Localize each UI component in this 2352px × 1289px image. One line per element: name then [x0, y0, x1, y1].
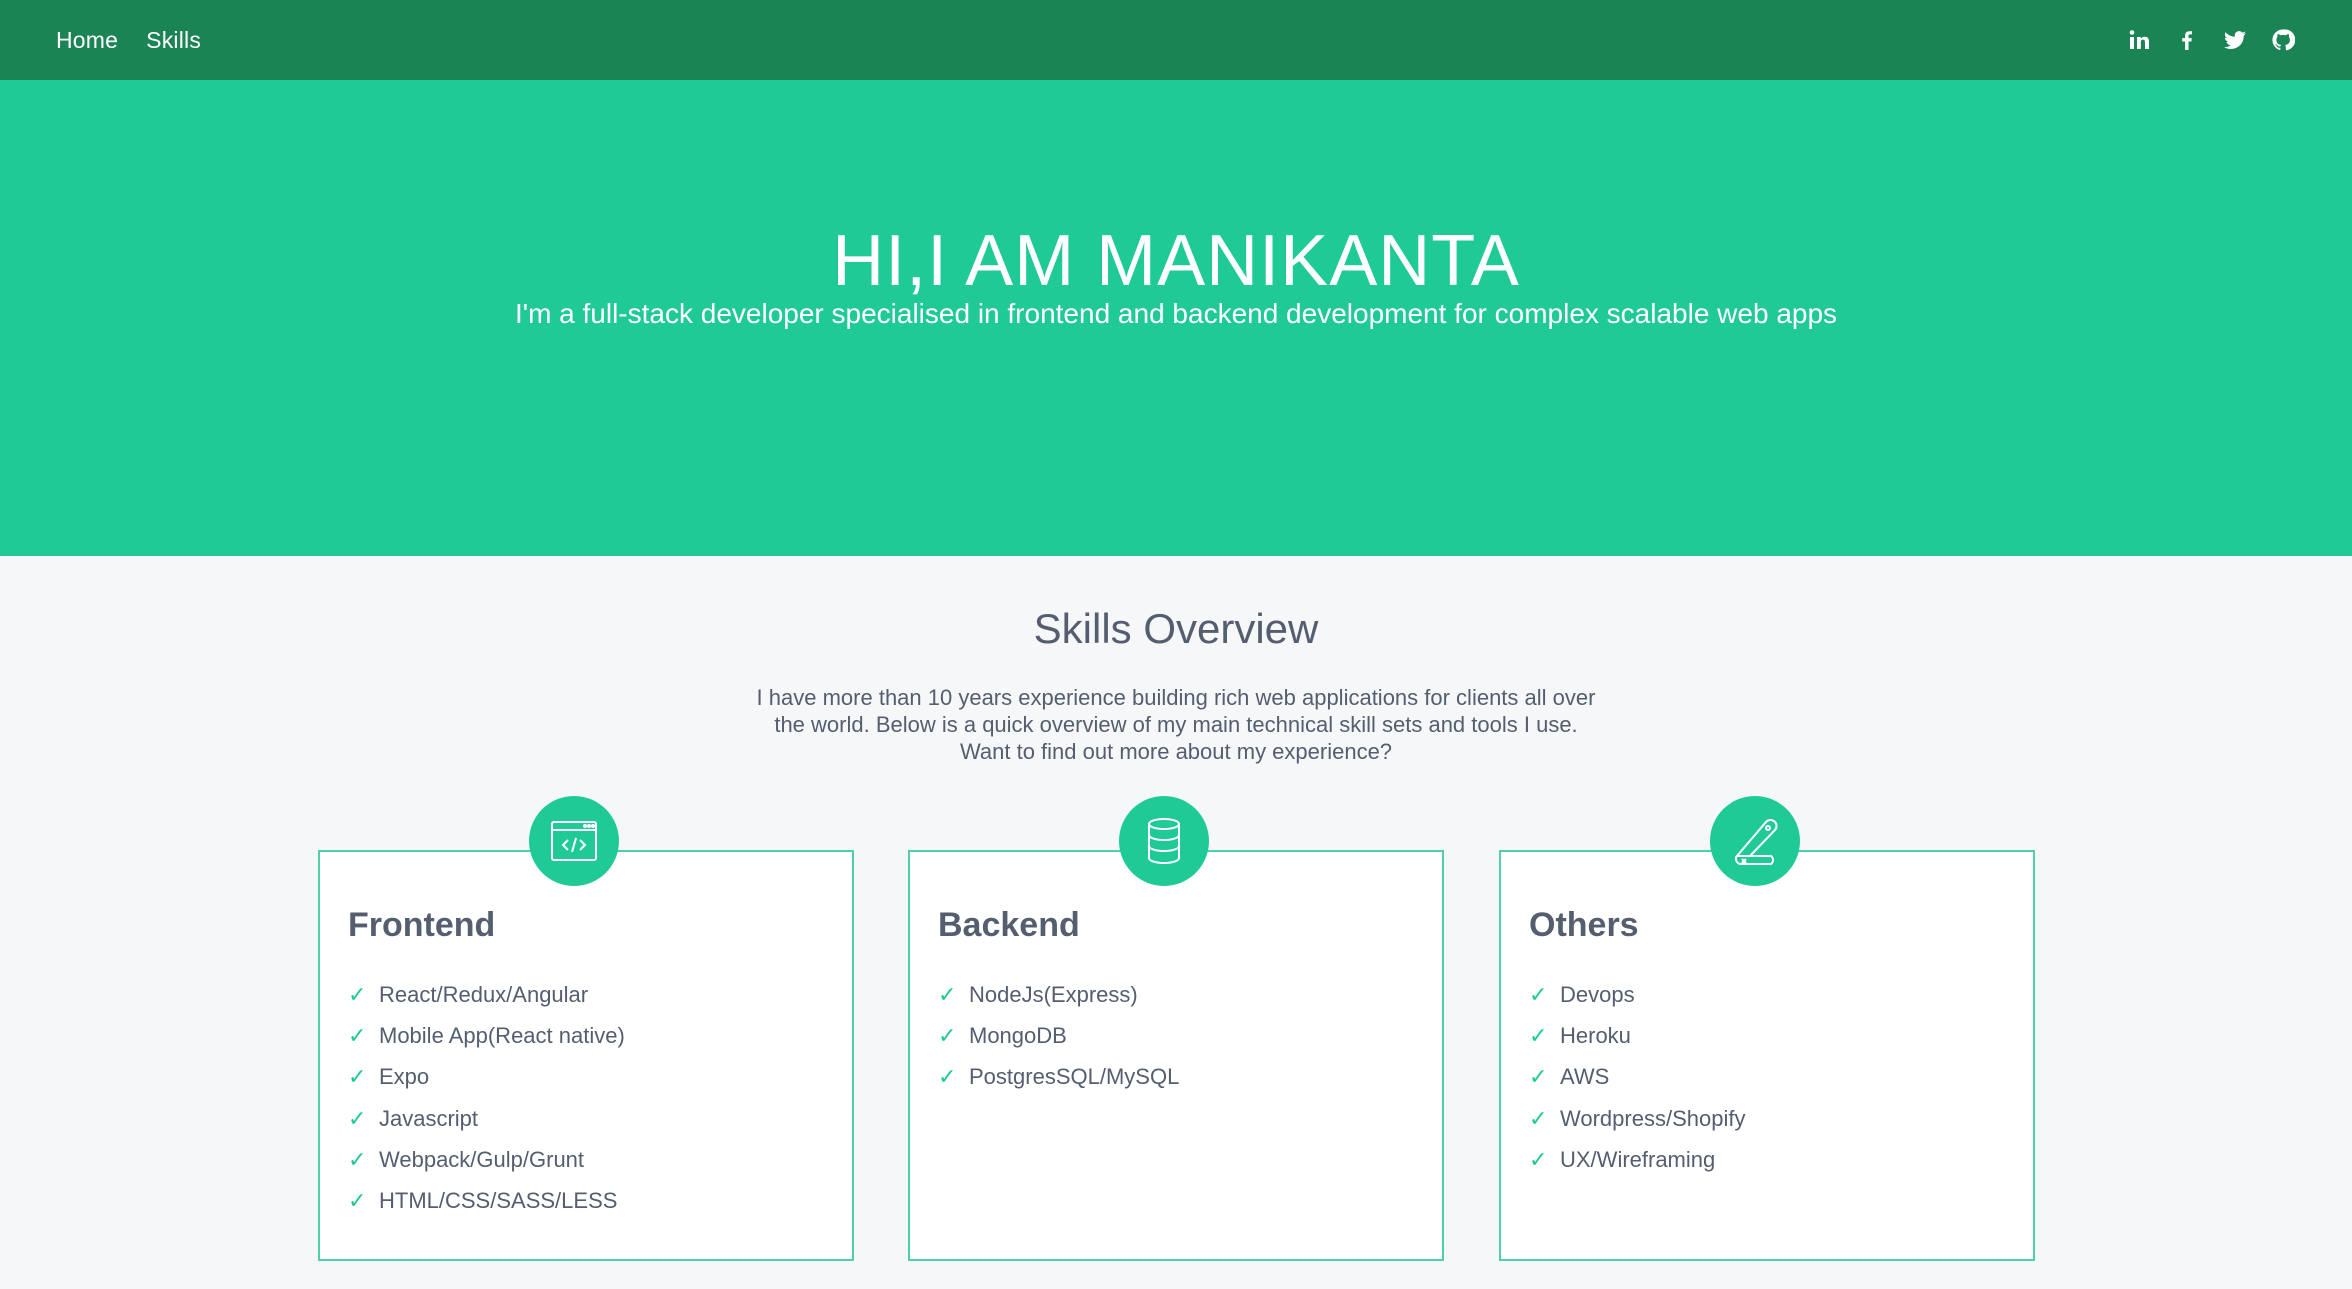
nav-link-skills[interactable]: Skills: [146, 27, 201, 54]
skill-label: MongoDB: [969, 1022, 1067, 1048]
skill-label: NodeJs(Express): [969, 981, 1138, 1007]
check-icon: ✓: [1529, 1022, 1548, 1048]
list-item: ✓ UX/Wireframing: [1529, 1139, 1745, 1180]
linkedin-icon[interactable]: [2126, 27, 2152, 53]
skill-label: Webpack/Gulp/Grunt: [379, 1146, 585, 1172]
check-icon: ✓: [938, 981, 957, 1007]
check-icon: ✓: [348, 1146, 367, 1172]
skills-intro: I have more than 10 years experience bui…: [756, 685, 1596, 764]
skill-label: Heroku: [1560, 1022, 1631, 1048]
facebook-icon[interactable]: [2174, 27, 2200, 53]
check-icon: ✓: [348, 1105, 367, 1131]
skill-card-backend: Backend ✓ NodeJs(Express) ✓ MongoDB ✓ Postg…: [908, 796, 1444, 1261]
hero-subtitle: I'm a full-stack developer specialised i…: [514, 298, 1838, 329]
code-window-icon: [529, 796, 619, 886]
skill-list: ✓ React/Redux/Angular ✓ Mobile App(React n…: [348, 974, 625, 1222]
skills-title: Skills Overview: [1033, 605, 1319, 652]
check-icon: ✓: [1529, 981, 1548, 1007]
list-item: ✓ PostgresSQL/MySQL: [938, 1057, 1179, 1098]
list-item: ✓ NodeJs(Express): [938, 974, 1179, 1015]
check-icon: ✓: [1529, 1064, 1548, 1090]
list-item: ✓ Webpack/Gulp/Grunt: [348, 1139, 625, 1180]
nav-link-home[interactable]: Home: [56, 27, 118, 54]
list-item: ✓ Devops: [1529, 974, 1745, 1015]
skill-label: PostgresSQL/MySQL: [969, 1064, 1180, 1090]
check-icon: ✓: [938, 1022, 957, 1048]
check-icon: ✓: [1529, 1105, 1548, 1131]
list-item: ✓ Javascript: [348, 1098, 625, 1139]
list-item: ✓ Expo: [348, 1057, 625, 1098]
list-item: ✓ MongoDB: [938, 1015, 1179, 1056]
skill-label: AWS: [1560, 1064, 1610, 1090]
top-navbar: Home Skills: [0, 0, 2352, 80]
nav-links: Home Skills: [56, 27, 201, 54]
list-item: ✓ AWS: [1529, 1057, 1745, 1098]
check-icon: ✓: [938, 1064, 957, 1090]
skill-card-frontend: Frontend ✓ React/Redux/Angular ✓ Mobile Ap…: [318, 796, 854, 1261]
skill-card-others: Others ✓ Devops ✓ Heroku ✓ AWS ✓ Wordpress/S…: [1499, 796, 2035, 1261]
skill-label: React/Redux/Angular: [379, 981, 589, 1007]
skill-label: Wordpress/Shopify: [1560, 1105, 1746, 1131]
skill-list: ✓ NodeJs(Express) ✓ MongoDB ✓ PostgresSQL/M…: [938, 974, 1179, 1098]
check-icon: ✓: [348, 1064, 367, 1090]
check-icon: ✓: [348, 1188, 367, 1214]
swiss-knife-icon: [1710, 796, 1800, 886]
skill-list: ✓ Devops ✓ Heroku ✓ AWS ✓ Wordpress/Shopify …: [1529, 974, 1745, 1180]
twitter-icon[interactable]: [2222, 27, 2248, 53]
card-title: Backend: [938, 906, 1080, 944]
check-icon: ✓: [1529, 1146, 1548, 1172]
skill-label: Mobile App(React native): [379, 1022, 625, 1048]
card-title: Others: [1529, 906, 1639, 944]
social-links: [2126, 27, 2296, 53]
list-item: ✓ React/Redux/Angular: [348, 974, 625, 1015]
check-icon: ✓: [348, 1022, 367, 1048]
database-icon: [1119, 796, 1209, 886]
github-icon[interactable]: [2270, 27, 2296, 53]
list-item: ✓ Heroku: [1529, 1015, 1745, 1056]
list-item: ✓ Wordpress/Shopify: [1529, 1098, 1745, 1139]
list-item: ✓ Mobile App(React native): [348, 1015, 625, 1056]
hero-title: HI,I AM MANIKANTA: [832, 221, 1520, 301]
hero-section: HI,I AM MANIKANTA I'm a full-stack devel…: [0, 80, 2352, 556]
skill-label: HTML/CSS/SASS/LESS: [379, 1188, 618, 1214]
list-item: ✓ HTML/CSS/SASS/LESS: [348, 1180, 625, 1221]
skill-label: Expo: [379, 1064, 430, 1090]
skill-label: Devops: [1560, 981, 1635, 1007]
skill-label: Javascript: [379, 1105, 479, 1131]
check-icon: ✓: [348, 981, 367, 1007]
card-title: Frontend: [348, 906, 496, 944]
skill-label: UX/Wireframing: [1560, 1146, 1716, 1172]
